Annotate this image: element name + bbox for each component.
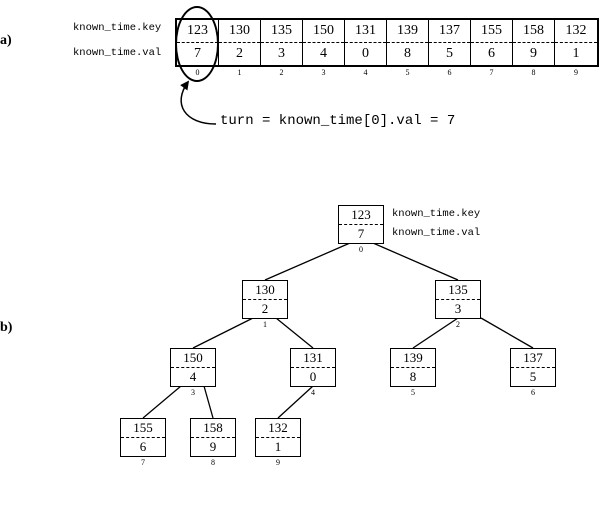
array-cell-0: 123 7 0 xyxy=(177,20,219,65)
node-val: 7 xyxy=(339,225,383,243)
cell-idx: 1 xyxy=(219,68,260,77)
cell-key: 135 xyxy=(261,20,302,42)
key-row-label: known_time.key xyxy=(73,22,161,34)
tree-node-2: 135 3 2 xyxy=(435,280,481,319)
node-key: 155 xyxy=(121,419,165,437)
array-cell-2: 135 3 2 xyxy=(261,20,303,65)
node-val: 9 xyxy=(191,438,235,456)
turn-expression: turn = known_time[0].val = 7 xyxy=(220,113,455,129)
node-key: 130 xyxy=(243,281,287,299)
array-cell-8: 158 9 8 xyxy=(513,20,555,65)
tree-node-7: 155 6 7 xyxy=(120,418,166,457)
node-val: 1 xyxy=(256,438,300,456)
node-val: 8 xyxy=(391,368,435,386)
array-cell-1: 130 2 1 xyxy=(219,20,261,65)
node-val: 4 xyxy=(171,368,215,386)
cell-key: 158 xyxy=(513,20,554,42)
node-key: 132 xyxy=(256,419,300,437)
cell-key: 137 xyxy=(429,20,470,42)
val-row-label: known_time.val xyxy=(73,47,161,59)
node-idx: 8 xyxy=(191,458,235,467)
tree-node-3: 150 4 3 xyxy=(170,348,216,387)
cell-val: 5 xyxy=(429,43,470,65)
node-idx: 5 xyxy=(391,388,435,397)
cell-key: 155 xyxy=(471,20,512,42)
cell-idx: 9 xyxy=(555,68,597,77)
cell-idx: 8 xyxy=(513,68,554,77)
cell-val: 4 xyxy=(303,43,344,65)
node-val: 0 xyxy=(291,368,335,386)
node-key: 131 xyxy=(291,349,335,367)
cell-key: 131 xyxy=(345,20,386,42)
cell-key: 132 xyxy=(555,20,597,42)
node-idx: 6 xyxy=(511,388,555,397)
known-time-array: 123 7 0 130 2 1 135 3 2 150 4 3 131 0 4 xyxy=(175,18,599,67)
cell-key: 123 xyxy=(177,20,218,42)
cell-key: 150 xyxy=(303,20,344,42)
cell-val: 7 xyxy=(177,43,218,65)
cell-idx: 4 xyxy=(345,68,386,77)
tree-node-5: 139 8 5 xyxy=(390,348,436,387)
array-cell-7: 155 6 7 xyxy=(471,20,513,65)
node-idx: 4 xyxy=(291,388,335,397)
node-key: 137 xyxy=(511,349,555,367)
node-val: 6 xyxy=(121,438,165,456)
cell-idx: 0 xyxy=(177,68,218,77)
node-idx: 9 xyxy=(256,458,300,467)
node-val: 3 xyxy=(436,300,480,318)
node-val: 2 xyxy=(243,300,287,318)
node-key: 123 xyxy=(339,206,383,224)
node-idx: 3 xyxy=(171,388,215,397)
node-idx: 1 xyxy=(243,320,287,329)
node-idx: 0 xyxy=(339,245,383,254)
node-key: 139 xyxy=(391,349,435,367)
array-cell-3: 150 4 3 xyxy=(303,20,345,65)
node-idx: 2 xyxy=(436,320,480,329)
array-cell-4: 131 0 4 xyxy=(345,20,387,65)
cell-key: 139 xyxy=(387,20,428,42)
node-key: 135 xyxy=(436,281,480,299)
cell-idx: 5 xyxy=(387,68,428,77)
cell-val: 6 xyxy=(471,43,512,65)
cell-idx: 3 xyxy=(303,68,344,77)
tree-node-1: 130 2 1 xyxy=(242,280,288,319)
cell-val: 2 xyxy=(219,43,260,65)
array-cell-9: 132 1 9 xyxy=(555,20,597,65)
cell-val: 1 xyxy=(555,43,597,65)
tree-node-4: 131 0 4 xyxy=(290,348,336,387)
label-a: a) xyxy=(0,33,12,49)
array-cell-6: 137 5 6 xyxy=(429,20,471,65)
node-val: 5 xyxy=(511,368,555,386)
tree-node-0: 123 7 0 xyxy=(338,205,384,244)
tree-node-8: 158 9 8 xyxy=(190,418,236,457)
cell-val: 0 xyxy=(345,43,386,65)
cell-idx: 2 xyxy=(261,68,302,77)
cell-val: 8 xyxy=(387,43,428,65)
node-idx: 7 xyxy=(121,458,165,467)
cell-idx: 6 xyxy=(429,68,470,77)
root-val-label: known_time.val xyxy=(392,227,480,239)
cell-key: 130 xyxy=(219,20,260,42)
tree-node-6: 137 5 6 xyxy=(510,348,556,387)
node-key: 150 xyxy=(171,349,215,367)
array-cell-5: 139 8 5 xyxy=(387,20,429,65)
figure: a) known_time.key known_time.val 123 7 0… xyxy=(0,0,607,519)
cell-val: 9 xyxy=(513,43,554,65)
tree-node-9: 132 1 9 xyxy=(255,418,301,457)
cell-idx: 7 xyxy=(471,68,512,77)
cell-val: 3 xyxy=(261,43,302,65)
root-key-label: known_time.key xyxy=(392,208,480,220)
node-key: 158 xyxy=(191,419,235,437)
heap-tree: 123 7 0 known_time.key known_time.val 13… xyxy=(0,200,607,519)
